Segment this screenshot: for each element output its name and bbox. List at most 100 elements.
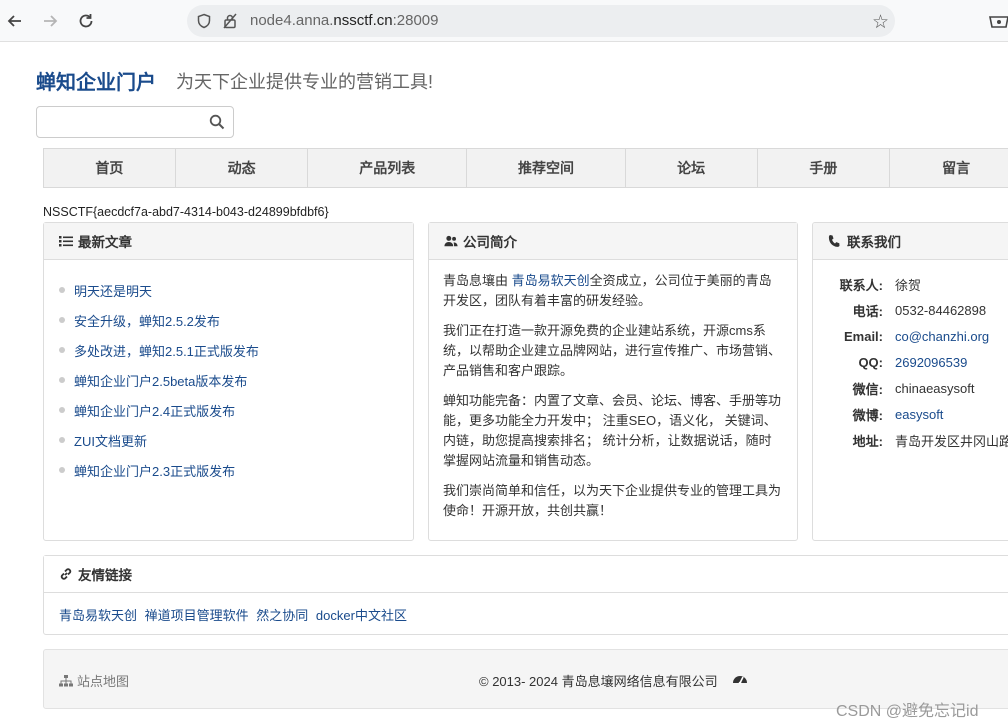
about-paragraph: 我们正在打造一款开源免费的企业建站系统，开源cms系统，以帮助企业建立品牌网站，… <box>443 323 782 378</box>
site-brand[interactable]: 蝉知企业门户 <box>36 66 156 95</box>
site-slogan: 为天下企业提供专业的营销工具! <box>176 72 433 92</box>
sitemap-icon <box>59 674 73 686</box>
browser-toolbar: node4.anna.nssctf.cn:28009 ☆ <box>0 0 1008 42</box>
article-link[interactable]: ZUI文档更新 <box>74 431 147 450</box>
friend-link[interactable]: 青岛易软天创 <box>59 608 137 623</box>
search-box <box>36 106 234 138</box>
friend-link[interactable]: docker中文社区 <box>316 608 407 623</box>
csdn-watermark: CSDN @避免忘记id <box>836 703 979 720</box>
bullet <box>59 347 65 353</box>
sitemap-link[interactable]: 站点地图 <box>59 671 129 690</box>
url-domain: nssctf.cn <box>333 12 393 29</box>
bullet <box>59 437 65 443</box>
nav-home[interactable]: 首页 <box>44 149 176 187</box>
main-nav: 首页 动态 产品列表 推荐空间 论坛 手册 留言 <box>43 148 1008 188</box>
bullet <box>59 377 65 383</box>
forward-button[interactable] <box>37 8 63 34</box>
nav-forum[interactable]: 论坛 <box>626 149 758 187</box>
nav-guestbook[interactable]: 留言 <box>890 149 1008 187</box>
contact-address: 青岛开发区井冈山路 <box>895 433 1008 449</box>
contact-qq-link[interactable]: 2692096539 <box>895 355 967 370</box>
about-paragraph: 我们崇尚简单和信任，以为天下企业提供专业的管理工具为使命！开源开放，共创共赢！ <box>443 483 782 518</box>
article-link[interactable]: 蝉知企业门户2.4正式版发布 <box>74 401 235 420</box>
url-text[interactable]: node4.anna.nssctf.cn:28009 <box>250 12 439 29</box>
nav-products[interactable]: 产品列表 <box>308 149 468 187</box>
reload-icon <box>79 14 93 28</box>
about-paragraph: 蝉知功能完备：内置了文章、会员、论坛、博客、手册等功能，更多功能全力开发中； 注… <box>443 393 782 468</box>
users-icon <box>444 234 458 248</box>
about-paragraph: 青岛息壤由 青岛易软天创全资成立，公司位于美丽的青岛开发区，团队有着丰富的研发经… <box>443 271 783 311</box>
contact-person: 徐贺 <box>895 277 922 293</box>
contact-label: QQ: <box>858 354 883 370</box>
contact-label: 微博: <box>852 407 883 423</box>
panel-title: 友情链接 <box>78 568 132 583</box>
sitemap-label: 站点地图 <box>77 674 130 689</box>
panel-heading: 最新文章 <box>44 223 413 260</box>
copyright-text: © 2013- 2024 青岛息壤网络信息有限公司 <box>479 674 718 689</box>
list-icon <box>59 234 73 248</box>
panel-title: 最新文章 <box>78 235 132 250</box>
nav-manual[interactable]: 手册 <box>758 149 891 187</box>
list-item: 明天还是明天 <box>59 275 413 305</box>
company-link[interactable]: 青岛易软天创 <box>512 273 590 288</box>
panel-title: 公司简介 <box>463 235 517 250</box>
article-link[interactable]: 多处改进，蝉知2.5.1正式版发布 <box>74 341 259 360</box>
contact-label: 地址: <box>852 433 883 449</box>
nav-recommended[interactable]: 推荐空间 <box>467 149 626 187</box>
forward-arrow-icon <box>44 15 58 27</box>
extension-icon[interactable] <box>988 11 1008 31</box>
dashboard-icon[interactable] <box>732 671 748 687</box>
site-info-icon[interactable] <box>195 12 213 30</box>
list-item: 蝉知企业门户2.3正式版发布 <box>59 455 413 485</box>
url-port: :28009 <box>392 12 439 29</box>
about-panel: 公司简介 青岛息壤由 青岛易软天创全资成立，公司位于美丽的青岛开发区，团队有着丰… <box>428 222 798 541</box>
list-item: 蝉知企业门户2.4正式版发布 <box>59 395 413 425</box>
friend-link[interactable]: 禅道项目管理软件 <box>145 608 249 623</box>
contact-phone: 0532-84462898 <box>895 302 987 318</box>
back-arrow-icon <box>7 15 21 27</box>
bullet <box>59 287 65 293</box>
bookmark-star-icon[interactable]: ☆ <box>872 11 889 33</box>
search-input[interactable] <box>37 107 207 137</box>
panel-heading: 公司简介 <box>429 223 797 260</box>
bullet <box>59 467 65 473</box>
contact-email-link[interactable]: co@chanzhi.org <box>895 329 989 344</box>
contact-row: QQ: 2692096539 <box>813 349 1008 375</box>
contact-wechat: chinaeasysoft <box>895 380 975 396</box>
contact-row: 微信: chinaeasysoft <box>813 375 1008 401</box>
friend-links-panel: 友情链接 青岛易软天创 禅道项目管理软件 然之协同 docker中文社区 <box>43 555 1008 635</box>
article-link[interactable]: 安全升级，蝉知2.5.2发布 <box>74 311 220 330</box>
panel-heading: 友情链接 <box>44 556 1008 593</box>
list-item: 安全升级，蝉知2.5.2发布 <box>59 305 413 335</box>
article-link[interactable]: 蝉知企业门户2.5beta版本发布 <box>74 371 247 390</box>
contact-label: 电话: <box>852 303 883 319</box>
friend-links: 青岛易软天创 禅道项目管理软件 然之协同 docker中文社区 <box>44 593 1008 636</box>
contact-list: 联系人: 徐贺 电话: 0532-84462898 Email: co@chanzhi… <box>813 260 1008 453</box>
article-link[interactable]: 蝉知企业门户2.3正式版发布 <box>74 461 235 480</box>
about-body: 青岛息壤由 青岛易软天创全资成立，公司位于美丽的青岛开发区，团队有着丰富的研发经… <box>429 260 797 521</box>
contact-row: 地址: 青岛开发区井冈山路 <box>813 427 1008 453</box>
contact-weibo-link[interactable]: easysoft <box>895 407 943 422</box>
link-icon <box>59 567 73 581</box>
panel-heading: 联系我们 <box>813 223 1008 260</box>
contact-label: Email: <box>843 328 883 344</box>
latest-articles-panel: 最新文章 明天还是明天 安全升级，蝉知2.5.2发布 多处改进，蝉知2.5.1正… <box>43 222 414 541</box>
panel-title: 联系我们 <box>847 235 901 250</box>
article-link[interactable]: 明天还是明天 <box>74 281 152 300</box>
back-button[interactable] <box>2 8 28 34</box>
contact-row: 联系人: 徐贺 <box>813 271 1008 297</box>
contact-row: Email: co@chanzhi.org <box>813 323 1008 349</box>
friend-link[interactable]: 然之协同 <box>256 608 308 623</box>
nav-news[interactable]: 动态 <box>176 149 309 187</box>
not-secure-lock-icon[interactable] <box>221 12 239 30</box>
phone-icon <box>828 234 842 248</box>
about-text: 青岛息壤由 <box>443 273 512 288</box>
contact-row: 微博: easysoft <box>813 401 1008 427</box>
address-bar[interactable]: node4.anna.nssctf.cn:28009 ☆ <box>187 5 895 37</box>
list-item: 蝉知企业门户2.5beta版本发布 <box>59 365 413 395</box>
contact-panel: 联系我们 联系人: 徐贺 电话: 0532-84462898 Email: co@ch… <box>812 222 1008 541</box>
contact-label: 微信: <box>852 381 883 397</box>
search-icon[interactable] <box>209 114 225 130</box>
url-prefix: node4.anna. <box>250 12 334 29</box>
reload-button[interactable] <box>73 8 99 34</box>
